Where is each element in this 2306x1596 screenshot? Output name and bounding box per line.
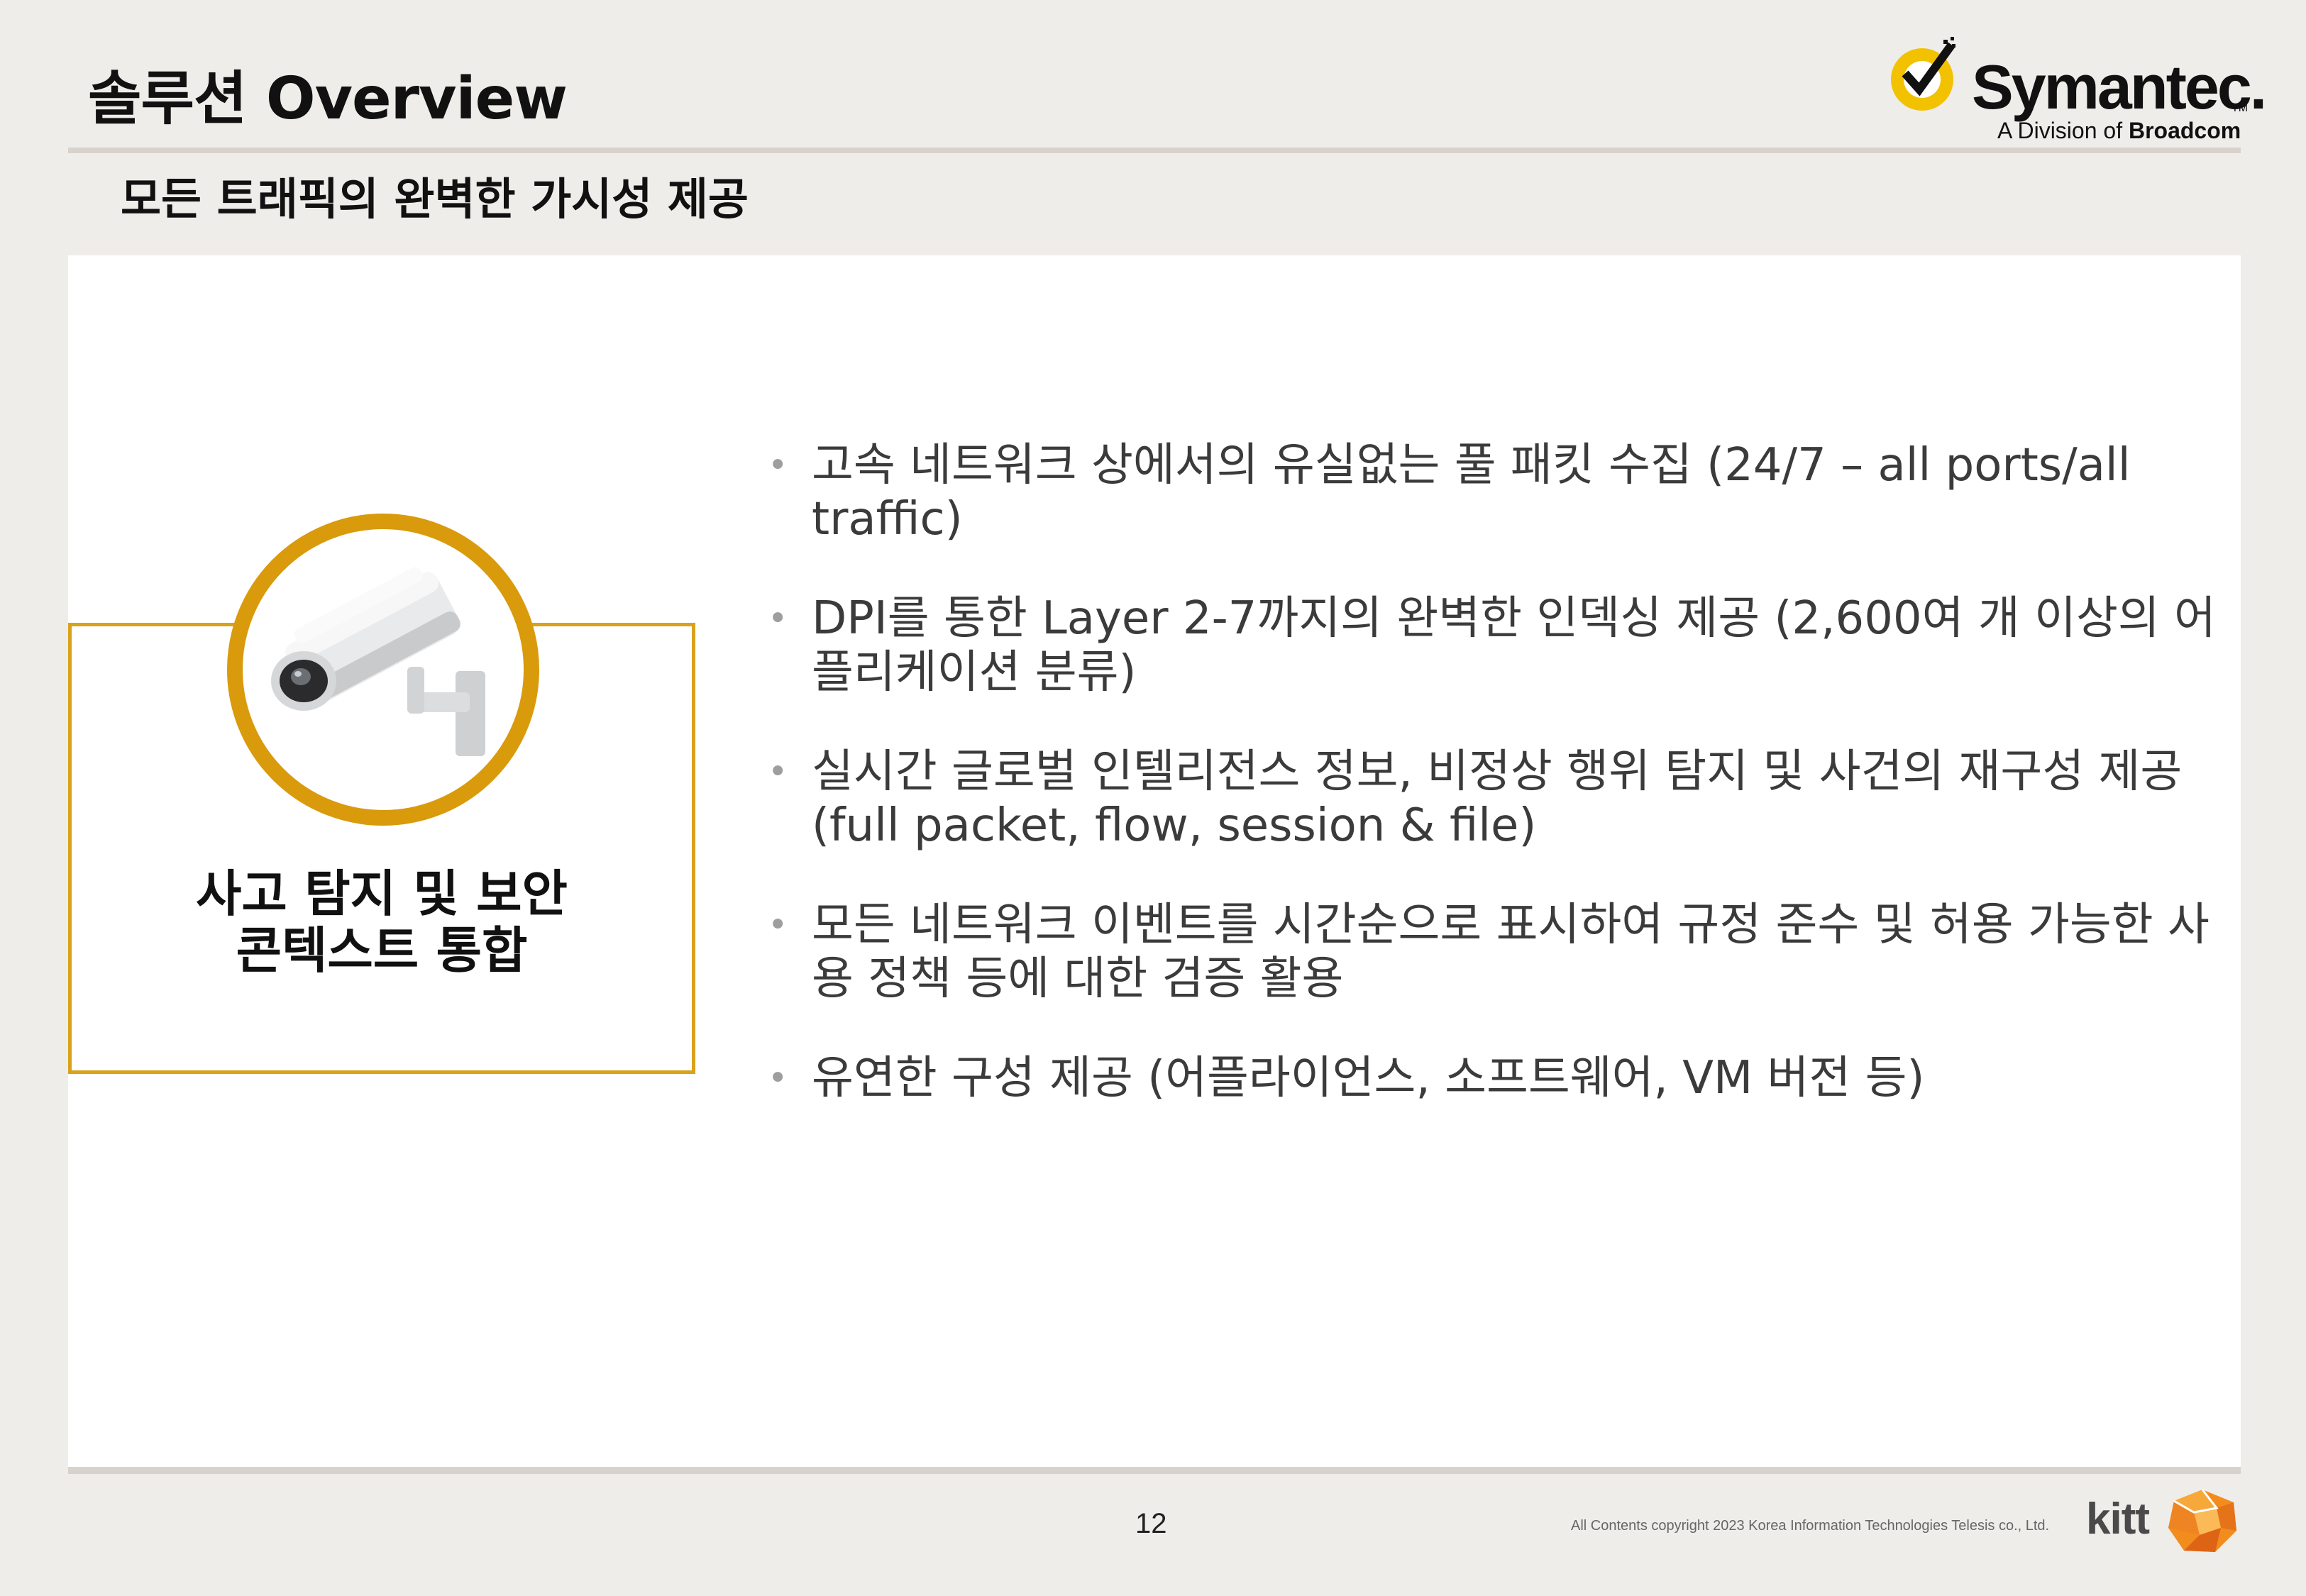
footer-divider — [68, 1467, 2241, 1474]
feature-bullet-list: • 고속 네트워크 상에서의 유실없는 풀 패킷 수집 (24/7 – all p… — [763, 438, 2225, 1151]
bullet-item: • 실시간 글로벌 인텔리전스 정보, 비정상 행위 탐지 및 사건의 재구성 제… — [763, 745, 2225, 853]
bullet-dot-icon: • — [768, 599, 788, 638]
trademark-mark: TM — [2231, 102, 2249, 114]
bullet-text: 실시간 글로벌 인텔리전스 정보, 비정상 행위 탐지 및 사건의 재구성 제공… — [812, 746, 2183, 852]
feature-label-line1: 사고 탐지 및 보안 — [196, 865, 568, 923]
bullet-item: • 모든 네트워크 이벤트를 시간순으로 표시하여 규정 준수 및 허용 가능한 … — [763, 898, 2225, 1006]
symantec-logo: Symantec. TM A Division of Broadcom — [1884, 35, 2267, 149]
bullet-text: 유연한 구성 제공 (어플라이언스, 소프트웨어, VM 버전 등) — [812, 1052, 1925, 1104]
feature-label: 사고 탐지 및 보안 콘텍스트 통합 — [68, 865, 695, 979]
bullet-dot-icon: • — [768, 905, 788, 945]
bullet-text: 모든 네트워크 이벤트를 시간순으로 표시하여 규정 준수 및 허용 가능한 사… — [812, 899, 2210, 1005]
security-camera-icon — [271, 567, 485, 756]
division-prefix: A Division of — [1997, 118, 2123, 143]
symantec-check-logo-icon — [1891, 37, 1955, 111]
symantec-wordmark: Symantec. — [1972, 52, 2267, 122]
copyright-text: All Contents copyright 2023 Korea Inform… — [1571, 1518, 2050, 1534]
division-company: Broadcom — [2128, 118, 2241, 143]
bullet-dot-icon: • — [768, 1058, 788, 1098]
bullet-dot-icon: • — [768, 752, 788, 792]
kitt-wordmark: kitt — [2086, 1495, 2150, 1544]
bullet-item: • 고속 네트워크 상에서의 유실없는 풀 패킷 수집 (24/7 – all p… — [763, 438, 2225, 546]
bullet-dot-icon: • — [768, 445, 788, 485]
header-divider — [68, 148, 2241, 153]
slide-subtitle: 모든 트래픽의 완벽한 가시성 제공 — [121, 173, 749, 225]
feature-label-line2: 콘텍스트 통합 — [236, 921, 528, 980]
bullet-item: • 유연한 구성 제공 (어플라이언스, 소프트웨어, VM 버전 등) — [763, 1051, 2225, 1105]
bullet-text: 고속 네트워크 상에서의 유실없는 풀 패킷 수집 (24/7 – all po… — [812, 439, 2131, 545]
slide-title: 솔루션 Overview — [88, 65, 568, 133]
bullet-item: • DPI를 통한 Layer 2-7까지의 완벽한 인덱싱 제공 (2,600여… — [763, 592, 2225, 699]
division-text: A Division of Broadcom — [1997, 118, 2241, 144]
camera-circle — [227, 514, 539, 826]
kitt-logo-icon — [2168, 1489, 2236, 1552]
bullet-text: DPI를 통한 Layer 2-7까지의 완벽한 인덱싱 제공 (2,600여 … — [812, 592, 2216, 699]
page-number: 12 — [1135, 1508, 1167, 1539]
